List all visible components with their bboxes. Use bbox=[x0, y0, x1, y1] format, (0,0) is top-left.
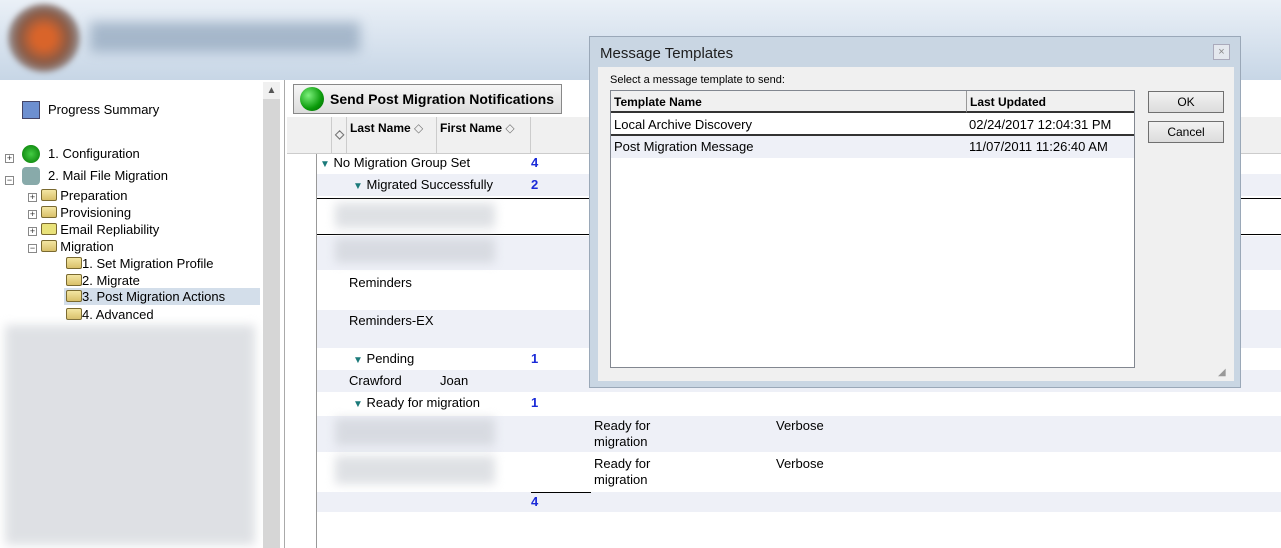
collapse-triangle-icon[interactable]: ▼ bbox=[353, 355, 363, 366]
group-count: 4 bbox=[531, 155, 539, 170]
template-updated: 02/24/2017 12:04:31 PM bbox=[969, 117, 1112, 132]
folder-icon bbox=[40, 189, 57, 201]
column-last-name[interactable]: Last Name ◇ bbox=[346, 117, 436, 154]
column-last-updated[interactable]: Last Updated bbox=[967, 91, 1134, 113]
app-logo-text bbox=[90, 22, 360, 52]
sidebar-item-migrate[interactable]: 2. Migrate bbox=[82, 273, 140, 288]
blurred-row bbox=[335, 203, 495, 228]
blurred-row bbox=[335, 238, 495, 263]
status-cell: Ready for migration bbox=[594, 456, 651, 487]
users-icon bbox=[22, 167, 40, 185]
resize-grip-icon[interactable]: ◢ bbox=[1218, 367, 1226, 378]
template-row[interactable]: Local Archive Discovery 02/24/2017 12:04:… bbox=[611, 114, 1134, 136]
sidebar-item-post-migration-actions[interactable]: 3. Post Migration Actions bbox=[82, 289, 225, 304]
first-name: Joan bbox=[440, 373, 469, 388]
sidebar-scrollbar[interactable]: ▲ bbox=[263, 82, 280, 548]
status-cell: Ready for migration bbox=[594, 418, 651, 449]
expand-icon[interactable]: + bbox=[28, 210, 37, 219]
sidebar-item-migration[interactable]: Migration bbox=[60, 239, 113, 254]
column-label: First Name bbox=[440, 121, 503, 135]
group-label: No Migration Group Set bbox=[333, 155, 471, 170]
group-label: Ready for migration bbox=[366, 395, 480, 410]
folder-icon bbox=[66, 290, 82, 302]
last-name: Crawford bbox=[349, 373, 402, 388]
folder-icon bbox=[40, 206, 57, 218]
sidebar-item-configuration[interactable]: 1. Configuration bbox=[48, 146, 140, 161]
close-icon[interactable]: × bbox=[1213, 44, 1230, 60]
app-logo bbox=[8, 4, 80, 72]
column-label: Last Name bbox=[350, 121, 411, 135]
scroll-up-icon[interactable]: ▲ bbox=[263, 82, 280, 99]
dialog-prompt: Select a message template to send: bbox=[610, 74, 785, 86]
blurred-tree-items bbox=[5, 325, 255, 545]
sidebar-item-set-migration-profile[interactable]: 1. Set Migration Profile bbox=[82, 256, 214, 271]
group-row[interactable]: ▼ Ready for migration 1 bbox=[317, 392, 1281, 414]
sort-icon: ◇ bbox=[414, 121, 424, 135]
repliability-icon bbox=[40, 223, 57, 235]
template-name: Local Archive Discovery bbox=[614, 117, 752, 132]
sidebar-item-mail-file-migration[interactable]: 2. Mail File Migration bbox=[48, 168, 168, 183]
dialog-title: Message Templates bbox=[600, 45, 734, 62]
message-templates-dialog: Message Templates × Select a message tem… bbox=[589, 36, 1241, 388]
column-empty bbox=[530, 117, 590, 154]
row-label: Reminders bbox=[349, 275, 412, 290]
blurred-row bbox=[335, 456, 495, 484]
expand-icon[interactable]: + bbox=[28, 227, 37, 236]
template-name: Post Migration Message bbox=[614, 139, 754, 154]
group-count: 1 bbox=[531, 351, 539, 366]
sort-icon[interactable]: ◇ bbox=[331, 117, 347, 154]
ok-button[interactable]: OK bbox=[1148, 91, 1224, 113]
total-divider bbox=[531, 492, 591, 493]
progress-summary-icon bbox=[22, 101, 40, 122]
total-row bbox=[317, 492, 1281, 512]
cancel-button[interactable]: Cancel bbox=[1148, 121, 1224, 143]
folder-open-icon bbox=[40, 240, 57, 252]
sidebar-item-progress-summary[interactable]: Progress Summary bbox=[48, 102, 159, 117]
template-updated: 11/07/2011 11:26:40 AM bbox=[969, 139, 1108, 154]
folder-icon bbox=[66, 308, 82, 320]
sidebar-item-preparation[interactable]: Preparation bbox=[60, 188, 127, 203]
group-label: Migrated Successfully bbox=[366, 177, 493, 192]
column-template-name[interactable]: Template Name bbox=[611, 91, 967, 113]
collapse-triangle-icon[interactable]: ▼ bbox=[353, 399, 363, 410]
blurred-row bbox=[335, 418, 495, 446]
log-level-cell: Verbose bbox=[776, 456, 824, 471]
group-count: 2 bbox=[531, 177, 539, 192]
total-count: 4 bbox=[531, 494, 539, 509]
button-label: Send Post Migration Notifications bbox=[330, 91, 555, 107]
navigation-tree: Progress Summary + 1. Configuration − 2.… bbox=[0, 80, 285, 548]
row-label: Reminders-EX bbox=[349, 313, 434, 328]
log-level-cell: Verbose bbox=[776, 418, 824, 433]
group-label: Pending bbox=[366, 351, 415, 366]
expand-icon[interactable]: + bbox=[5, 154, 14, 163]
collapse-triangle-icon[interactable]: ▼ bbox=[353, 181, 363, 192]
folder-icon bbox=[66, 274, 82, 286]
green-status-icon bbox=[300, 87, 324, 111]
group-count: 1 bbox=[531, 395, 539, 410]
collapse-triangle-icon[interactable]: ▼ bbox=[320, 159, 330, 170]
sidebar-item-advanced[interactable]: 4. Advanced bbox=[82, 307, 154, 322]
collapse-icon[interactable]: − bbox=[28, 244, 37, 253]
column-first-name[interactable]: First Name ◇ bbox=[436, 117, 530, 154]
sidebar-item-provisioning[interactable]: Provisioning bbox=[60, 205, 131, 220]
dialog-body: Select a message template to send: Templ… bbox=[598, 67, 1234, 381]
template-list[interactable]: Template Name Last Updated Local Archive… bbox=[610, 90, 1135, 368]
sidebar-item-email-repliability[interactable]: Email Repliability bbox=[60, 222, 159, 237]
send-notifications-button[interactable]: Send Post Migration Notifications bbox=[293, 84, 562, 114]
sort-icon: ◇ bbox=[505, 121, 515, 135]
expand-icon[interactable]: + bbox=[28, 193, 37, 202]
globe-icon bbox=[22, 145, 40, 163]
collapse-icon[interactable]: − bbox=[5, 176, 14, 185]
folder-icon bbox=[66, 257, 82, 269]
template-row[interactable]: Post Migration Message 11/07/2011 11:26:4… bbox=[611, 136, 1134, 158]
